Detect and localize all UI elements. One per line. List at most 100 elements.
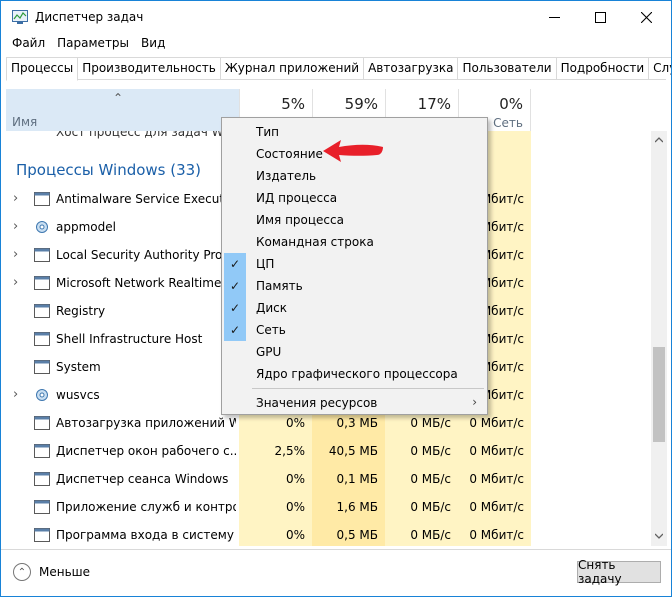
- process-net-value: 0 Мбит/с: [469, 528, 524, 542]
- table-row[interactable]: Программа входа в систему ... 0% 0,5 МБ 0 М…: [6, 522, 651, 546]
- close-icon: [640, 11, 652, 23]
- process-cpu-value: 0%: [285, 500, 305, 514]
- menu-options[interactable]: Параметры: [51, 33, 135, 55]
- menu-item-column-4[interactable]: Имя процесса: [222, 209, 487, 231]
- menu-item-column-7[interactable]: ✓ Память: [222, 275, 487, 297]
- red-pointer-arrow-icon: [323, 140, 383, 162]
- expand-chevron-icon[interactable]: ›: [13, 275, 18, 290]
- process-net-value: 0 Мбит/с: [469, 500, 524, 514]
- process-name: appmodel: [56, 220, 116, 234]
- window-icon: [34, 332, 50, 346]
- menu-item-column-3[interactable]: ИД процесса: [222, 187, 487, 209]
- process-mem-value: 0,3 МБ: [336, 416, 378, 430]
- checkmark-icon: ✓: [224, 319, 246, 341]
- menu-item-label: Тип: [256, 125, 279, 139]
- process-mem-value: 1,6 МБ: [336, 500, 378, 514]
- network-total-percent: 0%: [499, 95, 523, 113]
- menu-item-column-11[interactable]: Ядро графического процессора: [222, 363, 487, 385]
- window-icon: [34, 500, 50, 514]
- process-cpu-value: 2,5%: [274, 444, 306, 458]
- close-button[interactable]: [623, 1, 669, 33]
- tab-services[interactable]: Службы: [648, 57, 671, 79]
- menu-item-label: Значения ресурсов: [256, 396, 378, 410]
- name-column-header[interactable]: ⌃ Имя: [6, 89, 239, 131]
- menu-item-label: Состояние: [256, 147, 323, 161]
- tab-startup[interactable]: Автозагрузка: [363, 57, 459, 79]
- window-icon: [34, 444, 50, 458]
- process-cpu-value: 0%: [285, 528, 305, 542]
- vertical-scrollbar[interactable]: [651, 131, 667, 546]
- scroll-down-icon[interactable]: [655, 533, 663, 539]
- menu-item-column-6[interactable]: ✓ ЦП: [222, 253, 487, 275]
- menu-bar: Файл Параметры Вид: [1, 33, 171, 55]
- scroll-up-icon[interactable]: [655, 137, 663, 143]
- window-icon: [34, 192, 50, 206]
- expand-chevron-icon[interactable]: ›: [13, 387, 18, 402]
- process-name: Приложение служб и контро...: [56, 500, 236, 514]
- window-icon: [34, 360, 50, 374]
- process-name: System: [56, 360, 101, 374]
- minimize-icon: [548, 16, 560, 18]
- process-name: Antimalware Service Executable: [56, 192, 236, 206]
- table-row[interactable]: Приложение служб и контро... 0% 1,6 МБ 0 МБ…: [6, 494, 651, 522]
- menu-item-column-10[interactable]: GPU: [222, 341, 487, 363]
- title-bar[interactable]: Диспетчер задач: [1, 1, 671, 33]
- process-name: Диспетчер окон рабочего с...: [56, 444, 236, 458]
- menu-view[interactable]: Вид: [135, 33, 171, 55]
- process-name: Shell Infrastructure Host: [56, 332, 203, 346]
- menu-item-label: Имя процесса: [256, 213, 344, 227]
- process-net-value: 0 Мбит/с: [469, 444, 524, 458]
- fewer-details-button[interactable]: ⌃ Меньше: [13, 563, 90, 581]
- table-row[interactable]: Диспетчер окон рабочего с... 2,5% 40,5 МБ 0…: [6, 438, 651, 466]
- checkmark-icon: ✓: [224, 253, 246, 275]
- menu-item-column-5[interactable]: Командная строка: [222, 231, 487, 253]
- process-mem-value: 40,5 МБ: [328, 444, 378, 458]
- tab-users[interactable]: Пользователи: [457, 57, 557, 79]
- checkmark-icon: ✓: [224, 297, 246, 319]
- tab-details[interactable]: Подробности: [555, 57, 650, 79]
- menu-file[interactable]: Файл: [1, 33, 51, 55]
- expand-chevron-icon[interactable]: ›: [13, 219, 18, 234]
- cpu-total-percent: 5%: [281, 95, 305, 113]
- gear-icon: [36, 389, 48, 401]
- submenu-arrow-icon: ›: [472, 395, 477, 409]
- menu-item-label: GPU: [256, 345, 282, 359]
- menu-item-column-2[interactable]: Издатель: [222, 165, 487, 187]
- process-disk-value: 0 МБ/с: [410, 500, 451, 514]
- maximize-button[interactable]: [577, 1, 623, 33]
- expand-chevron-icon[interactable]: ›: [13, 191, 18, 206]
- menu-item-resource-values[interactable]: Значения ресурсов ›: [222, 392, 487, 414]
- tab-performance[interactable]: Производительность: [77, 57, 221, 79]
- fewer-details-label: Меньше: [39, 565, 91, 579]
- window-icon: [34, 528, 50, 542]
- tab-app-history[interactable]: Журнал приложений: [219, 57, 365, 79]
- network-column-label: Сеть: [493, 116, 523, 130]
- process-net-value: 0 Мбит/с: [469, 416, 524, 430]
- maximize-icon: [594, 11, 606, 23]
- table-row[interactable]: Диспетчер сеанса Windows 0% 0,1 МБ 0 МБ/с 0 …: [6, 466, 651, 494]
- windows-processes-group[interactable]: Процессы Windows (33): [16, 161, 201, 179]
- process-cpu-value: 0%: [285, 416, 305, 430]
- menu-item-column-8[interactable]: ✓ Диск: [222, 297, 487, 319]
- process-mem-value: 0,1 МБ: [336, 472, 378, 486]
- menu-item-label: Память: [256, 279, 303, 293]
- window-icon: [34, 472, 50, 486]
- tab-strip: Процессы Производительность Журнал прило…: [6, 57, 671, 81]
- sort-up-icon: ⌃: [113, 91, 124, 105]
- expand-chevron-icon[interactable]: ›: [13, 247, 18, 262]
- window-icon: [34, 276, 50, 290]
- chevron-up-circle-icon: ⌃: [13, 563, 31, 581]
- task-manager-window: Диспетчер задач Файл Параметры Вид Проце…: [0, 0, 672, 597]
- window-icon: [34, 416, 50, 430]
- tab-processes[interactable]: Процессы: [6, 57, 79, 81]
- menu-item-label: ЦП: [256, 257, 275, 271]
- menu-item-label: Сеть: [256, 323, 286, 337]
- menu-item-label: Издатель: [256, 169, 317, 183]
- end-task-button[interactable]: Снять задачу: [577, 558, 661, 586]
- minimize-button[interactable]: [531, 1, 577, 33]
- scroll-thumb[interactable]: [653, 347, 665, 442]
- menu-item-column-9[interactable]: ✓ Сеть: [222, 319, 487, 341]
- window-icon: [34, 248, 50, 262]
- task-manager-app-icon: [12, 10, 28, 24]
- process-name: Диспетчер сеанса Windows: [56, 472, 229, 486]
